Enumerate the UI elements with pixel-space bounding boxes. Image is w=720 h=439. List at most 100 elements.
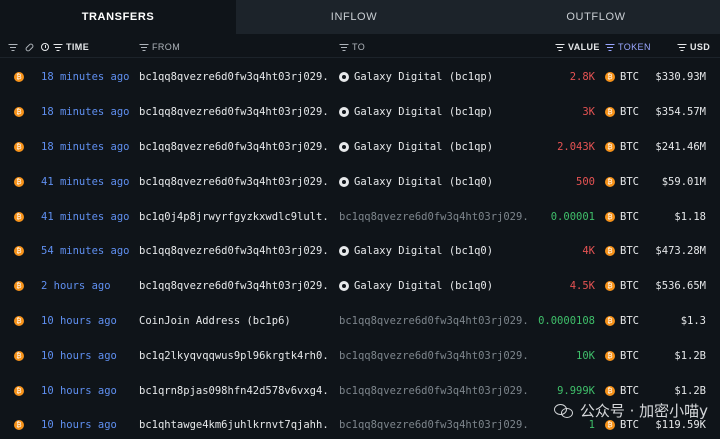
time-link[interactable]: 41 minutes ago (41, 211, 130, 223)
tab-inflow[interactable]: INFLOW (236, 0, 472, 34)
filter-icon[interactable] (139, 44, 148, 51)
from-address[interactable]: bc1qhtawge4km6juhlkrnvt7qjahh... (139, 419, 329, 431)
to-cell[interactable]: Galaxy Digital (bc1q0) (339, 164, 539, 199)
from-cell[interactable]: bc1qq8qvezre6d0fw3q4ht03rj029... (139, 269, 329, 304)
to-cell[interactable]: bc1qq8qvezre6d0fw3q4ht03rj029... (339, 304, 531, 339)
token-symbol[interactable]: BTC (620, 141, 639, 153)
to-address[interactable]: bc1qq8qvezre6d0fw3q4ht03rj029... (339, 419, 531, 431)
header-time[interactable]: TIME (41, 36, 89, 58)
table-row[interactable]: 41 minutes ago bc1q0j4p8jrwyrfgyzkxwdlc9… (0, 199, 720, 234)
to-cell[interactable]: Galaxy Digital (bc1qp) (339, 60, 539, 95)
to-entity-name[interactable]: Galaxy Digital (bc1q0) (354, 245, 493, 257)
to-cell[interactable]: bc1qq8qvezre6d0fw3q4ht03rj029... (339, 373, 531, 408)
from-cell[interactable]: bc1q2lkyqvqqwus9pl96krgtk4rh0... (139, 338, 329, 373)
filter-icon[interactable] (555, 44, 564, 51)
time-link[interactable]: 18 minutes ago (41, 106, 130, 118)
to-cell[interactable]: Galaxy Digital (bc1qp) (339, 95, 539, 130)
to-address[interactable]: bc1qq8qvezre6d0fw3q4ht03rj029... (339, 350, 531, 362)
token-symbol[interactable]: BTC (620, 106, 639, 118)
time-cell[interactable]: 18 minutes ago (41, 130, 135, 165)
from-address[interactable]: bc1qq8qvezre6d0fw3q4ht03rj029... (139, 176, 329, 188)
from-address[interactable]: bc1qq8qvezre6d0fw3q4ht03rj029... (139, 106, 329, 118)
table-row[interactable]: 18 minutes ago bc1qq8qvezre6d0fw3q4ht03r… (0, 95, 720, 130)
from-address[interactable]: bc1qq8qvezre6d0fw3q4ht03rj029... (139, 71, 329, 83)
time-link[interactable]: 2 hours ago (41, 280, 111, 292)
filter-icon[interactable] (8, 44, 17, 51)
header-value[interactable]: VALUE (555, 36, 600, 58)
time-link[interactable]: 54 minutes ago (41, 245, 130, 257)
header-from[interactable]: FROM (139, 36, 180, 58)
header-usd[interactable]: USD (677, 36, 710, 58)
time-cell[interactable]: 18 minutes ago (41, 60, 135, 95)
to-entity-name[interactable]: Galaxy Digital (bc1qp) (354, 106, 493, 118)
link-icon[interactable] (24, 42, 35, 52)
table-row[interactable]: 54 minutes ago bc1qq8qvezre6d0fw3q4ht03r… (0, 234, 720, 269)
header-to[interactable]: TO (339, 36, 365, 58)
time-link[interactable]: 10 hours ago (41, 385, 117, 397)
token-symbol[interactable]: BTC (620, 176, 639, 188)
filter-icon[interactable] (677, 44, 686, 51)
to-address[interactable]: bc1qq8qvezre6d0fw3q4ht03rj029... (339, 211, 531, 223)
filter-icon[interactable] (339, 44, 348, 51)
tab-transfers[interactable]: TRANSFERS (0, 0, 236, 34)
to-cell[interactable]: bc1qq8qvezre6d0fw3q4ht03rj029... (339, 199, 531, 234)
time-cell[interactable]: 10 hours ago (41, 338, 135, 373)
token-symbol[interactable]: BTC (620, 245, 639, 257)
from-address[interactable]: bc1qrn8pjas098hfn42d578v6vxg4... (139, 385, 329, 397)
token-symbol[interactable]: BTC (620, 71, 639, 83)
header-row-filter[interactable] (8, 36, 35, 58)
table-row[interactable]: 10 hours ago CoinJoin Address (bc1p6) bc… (0, 304, 720, 339)
to-cell[interactable]: Galaxy Digital (bc1q0) (339, 269, 539, 304)
header-token[interactable]: TOKEN (605, 36, 651, 58)
token-symbol[interactable]: BTC (620, 385, 639, 397)
from-address[interactable]: bc1q2lkyqvqqwus9pl96krgtk4rh0... (139, 350, 329, 362)
to-entity-name[interactable]: Galaxy Digital (bc1q0) (354, 280, 493, 292)
to-entity-name[interactable]: Galaxy Digital (bc1qp) (354, 71, 493, 83)
to-entity-name[interactable]: Galaxy Digital (bc1q0) (354, 176, 493, 188)
time-link[interactable]: 10 hours ago (41, 419, 117, 431)
token-symbol[interactable]: BTC (620, 315, 639, 327)
table-row[interactable]: 2 hours ago bc1qq8qvezre6d0fw3q4ht03rj02… (0, 269, 720, 304)
tab-outflow[interactable]: OUTFLOW (472, 0, 720, 34)
time-link[interactable]: 18 minutes ago (41, 141, 130, 153)
from-cell[interactable]: bc1qq8qvezre6d0fw3q4ht03rj029... (139, 234, 329, 269)
time-link[interactable]: 18 minutes ago (41, 71, 130, 83)
to-address[interactable]: bc1qq8qvezre6d0fw3q4ht03rj029... (339, 385, 531, 397)
table-row[interactable]: 10 hours ago bc1q2lkyqvqqwus9pl96krgtk4r… (0, 338, 720, 373)
time-cell[interactable]: 54 minutes ago (41, 234, 135, 269)
to-entity-name[interactable]: Galaxy Digital (bc1qp) (354, 141, 493, 153)
time-link[interactable]: 41 minutes ago (41, 176, 130, 188)
time-cell[interactable]: 41 minutes ago (41, 199, 135, 234)
to-cell[interactable]: Galaxy Digital (bc1q0) (339, 234, 539, 269)
from-address[interactable]: bc1qq8qvezre6d0fw3q4ht03rj029... (139, 245, 329, 257)
time-cell[interactable]: 2 hours ago (41, 269, 135, 304)
from-address[interactable]: bc1q0j4p8jrwyrfgyzkxwdlc9lult... (139, 211, 329, 223)
token-symbol[interactable]: BTC (620, 350, 639, 362)
from-cell[interactable]: bc1qq8qvezre6d0fw3q4ht03rj029... (139, 95, 329, 130)
token-symbol[interactable]: BTC (620, 280, 639, 292)
table-row[interactable]: 41 minutes ago bc1qq8qvezre6d0fw3q4ht03r… (0, 164, 720, 199)
token-symbol[interactable]: BTC (620, 211, 639, 223)
time-cell[interactable]: 10 hours ago (41, 304, 135, 339)
filter-icon[interactable] (605, 44, 614, 51)
from-cell[interactable]: bc1qhtawge4km6juhlkrnvt7qjahh... (139, 408, 329, 439)
time-link[interactable]: 10 hours ago (41, 315, 117, 327)
token-symbol[interactable]: BTC (620, 419, 639, 431)
time-cell[interactable]: 41 minutes ago (41, 164, 135, 199)
to-cell[interactable]: bc1qq8qvezre6d0fw3q4ht03rj029... (339, 408, 531, 439)
from-cell[interactable]: CoinJoin Address (bc1p6) (139, 304, 329, 339)
table-row[interactable]: 18 minutes ago bc1qq8qvezre6d0fw3q4ht03r… (0, 60, 720, 95)
time-cell[interactable]: 10 hours ago (41, 408, 135, 439)
to-address[interactable]: bc1qq8qvezre6d0fw3q4ht03rj029... (339, 315, 531, 327)
from-address[interactable]: bc1qq8qvezre6d0fw3q4ht03rj029... (139, 141, 329, 153)
to-cell[interactable]: Galaxy Digital (bc1qp) (339, 130, 539, 165)
from-cell[interactable]: bc1q0j4p8jrwyrfgyzkxwdlc9lult... (139, 199, 329, 234)
filter-icon[interactable] (53, 44, 62, 51)
from-address[interactable]: bc1qq8qvezre6d0fw3q4ht03rj029... (139, 280, 329, 292)
time-cell[interactable]: 18 minutes ago (41, 95, 135, 130)
from-cell[interactable]: bc1qq8qvezre6d0fw3q4ht03rj029... (139, 60, 329, 95)
table-row[interactable]: 18 minutes ago bc1qq8qvezre6d0fw3q4ht03r… (0, 130, 720, 165)
time-cell[interactable]: 10 hours ago (41, 373, 135, 408)
time-link[interactable]: 10 hours ago (41, 350, 117, 362)
to-cell[interactable]: bc1qq8qvezre6d0fw3q4ht03rj029... (339, 338, 531, 373)
